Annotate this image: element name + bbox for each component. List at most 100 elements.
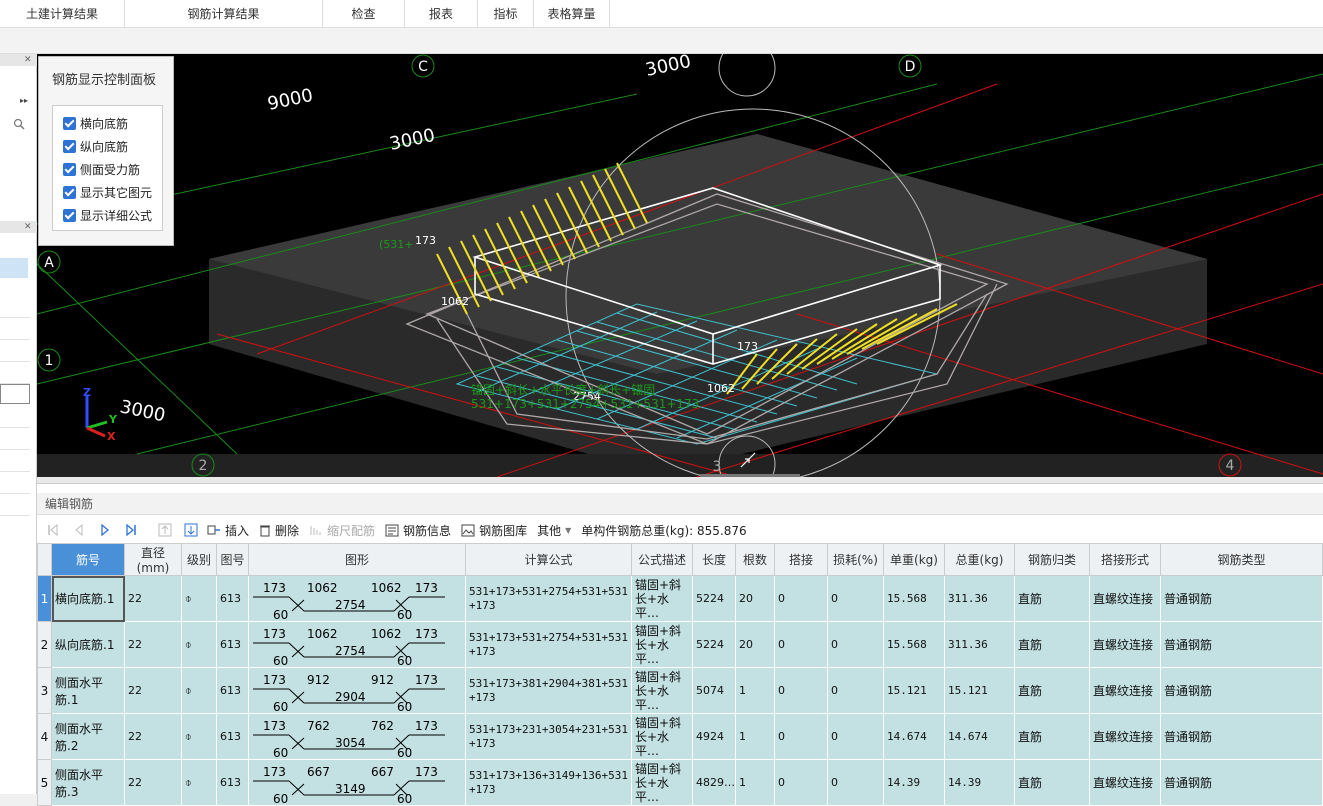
first-record-icon[interactable] [43, 521, 63, 539]
next-record-icon[interactable] [95, 521, 115, 539]
grade-cell[interactable]: ⌽ [181, 759, 217, 806]
close-icon-2[interactable]: ✕ [24, 222, 32, 232]
header-grade[interactable]: 级别 [181, 543, 217, 576]
loss-cell[interactable]: 0 [827, 575, 884, 622]
length-cell[interactable]: 4829… [692, 759, 736, 806]
table-row[interactable]: 3 侧面水平筋.1 22 ⌽ 613 173 912 912 173 60 2904 60 531+17… [37, 667, 1323, 714]
unit-weight-cell[interactable]: 15.568 [883, 621, 945, 668]
dia-cell[interactable]: 22 [124, 621, 182, 668]
tree-item[interactable] [0, 342, 30, 362]
tab-civil-results[interactable]: 土建计算结果 [0, 0, 125, 28]
loss-cell[interactable]: 0 [827, 667, 884, 714]
prev-record-icon[interactable] [69, 521, 89, 539]
grade-cell[interactable]: ⌽ [181, 667, 217, 714]
shape-cell[interactable]: 173 1062 1062 173 60 2754 60 [248, 621, 466, 668]
formula-desc-cell[interactable]: 锚固+斜长+水平… [631, 713, 693, 760]
length-cell[interactable]: 4924 [692, 713, 736, 760]
formula-cell[interactable]: 531+173+531+2754+531+531+173 [465, 621, 632, 668]
header-formula-desc[interactable]: 公式描述 [631, 543, 693, 576]
unit-weight-cell[interactable]: 15.121 [883, 667, 945, 714]
lap-cell[interactable]: 0 [774, 575, 828, 622]
dia-cell[interactable]: 22 [124, 667, 182, 714]
rebar-library-button[interactable]: 钢筋图库 [461, 522, 527, 539]
tree-item[interactable] [0, 430, 30, 450]
checkbox-checked-icon[interactable] [63, 139, 76, 153]
close-icon[interactable]: ✕ [24, 55, 32, 65]
lap-cell[interactable]: 0 [774, 667, 828, 714]
checkbox-show-detail-formula[interactable]: 显示详细公式 [63, 206, 152, 224]
dia-cell[interactable]: 22 [124, 759, 182, 806]
formula-desc-cell[interactable]: 锚固+斜长+水平… [631, 667, 693, 714]
count-cell[interactable]: 1 [735, 713, 775, 760]
header-formula[interactable]: 计算公式 [465, 543, 632, 576]
category-cell[interactable]: 直筋 [1014, 713, 1090, 760]
rebar-type-cell[interactable]: 普通钢筋 [1160, 713, 1323, 760]
row-number[interactable]: 3 [37, 667, 52, 714]
tree-item[interactable] [0, 408, 30, 428]
lap-type-cell[interactable]: 直螺纹连接 [1089, 575, 1161, 622]
row-number[interactable]: 2 [37, 621, 52, 668]
header-rebar-type[interactable]: 钢筋类型 [1160, 543, 1323, 576]
header-shape[interactable]: 图形 [248, 543, 466, 576]
table-row[interactable]: 2 纵向底筋.1 22 ⌽ 613 173 1062 1062 173 60 2754 60 531+1… [37, 621, 1323, 668]
checkbox-checked-icon[interactable] [63, 116, 76, 130]
formula-cell[interactable]: 531+173+381+2904+381+531+173 [465, 667, 632, 714]
move-up-icon[interactable] [155, 521, 175, 539]
tree-item[interactable] [0, 496, 30, 516]
total-weight-cell[interactable]: 15.121 [944, 667, 1015, 714]
header-total-weight[interactable]: 总重(kg) [944, 543, 1015, 576]
checkbox-side-stress-bar[interactable]: 侧面受力筋 [63, 160, 140, 178]
unit-weight-cell[interactable]: 14.674 [883, 713, 945, 760]
grade-cell[interactable]: ⌽ [181, 713, 217, 760]
grade-cell[interactable]: ⌽ [181, 621, 217, 668]
tab-check[interactable]: 检查 [323, 0, 405, 28]
fig-cell[interactable]: 613 [216, 621, 249, 668]
tree-item[interactable] [0, 320, 30, 340]
count-cell[interactable]: 20 [735, 575, 775, 622]
lap-type-cell[interactable]: 直螺纹连接 [1089, 713, 1161, 760]
total-weight-cell[interactable]: 311.36 [944, 575, 1015, 622]
header-bar-no[interactable]: 筋号 [51, 543, 125, 576]
checkbox-longitudinal-bottom-bar[interactable]: 纵向底筋 [63, 137, 128, 155]
loss-cell[interactable]: 0 [827, 713, 884, 760]
length-cell[interactable]: 5224 [692, 621, 736, 668]
3d-viewport[interactable]: C D A 1 2 3 4 9000 3000 3000 3000 (531+ … [37, 54, 1323, 477]
length-cell[interactable]: 5074 [692, 667, 736, 714]
insert-button[interactable]: 插入 [207, 522, 249, 539]
selected-tree-item[interactable] [0, 258, 28, 278]
checkbox-checked-icon[interactable] [63, 162, 76, 176]
bar-name-cell[interactable]: 纵向底筋.1 [51, 621, 125, 668]
formula-desc-cell[interactable]: 锚固+斜长+水平… [631, 759, 693, 806]
tab-index[interactable]: 指标 [478, 0, 534, 28]
bar-name-cell[interactable]: 侧面水平筋.3 [51, 759, 125, 806]
table-row[interactable]: 4 侧面水平筋.2 22 ⌽ 613 173 762 762 173 60 3054 60 531+17… [37, 713, 1323, 760]
checkbox-checked-icon[interactable] [63, 208, 76, 222]
lap-cell[interactable]: 0 [774, 621, 828, 668]
tab-table-calc[interactable]: 表格算量 [534, 0, 610, 28]
shape-cell[interactable]: 173 1062 1062 173 60 2754 60 [248, 575, 466, 622]
bar-name-cell[interactable]: 横向底筋.1 [51, 575, 125, 622]
expand-arrow-icon[interactable]: ▸▸ [20, 96, 28, 105]
rebar-info-button[interactable]: 钢筋信息 [385, 522, 451, 539]
row-number[interactable]: 5 [37, 759, 52, 806]
other-dropdown[interactable]: 其他 ▼ [537, 522, 571, 539]
unit-weight-cell[interactable]: 15.568 [883, 575, 945, 622]
count-cell[interactable]: 20 [735, 621, 775, 668]
count-cell[interactable]: 1 [735, 759, 775, 806]
last-record-icon[interactable] [121, 521, 141, 539]
category-cell[interactable]: 直筋 [1014, 667, 1090, 714]
fig-cell[interactable]: 613 [216, 759, 249, 806]
tree-item[interactable] [0, 298, 30, 318]
category-cell[interactable]: 直筋 [1014, 759, 1090, 806]
total-weight-cell[interactable]: 311.36 [944, 621, 1015, 668]
shape-cell[interactable]: 173 912 912 173 60 2904 60 [248, 667, 466, 714]
formula-desc-cell[interactable]: 锚固+斜长+水平… [631, 575, 693, 622]
bar-name-cell[interactable]: 侧面水平筋.2 [51, 713, 125, 760]
tab-rebar-results[interactable]: 钢筋计算结果 [125, 0, 323, 28]
fig-cell[interactable]: 613 [216, 713, 249, 760]
lap-cell[interactable]: 0 [774, 759, 828, 806]
category-cell[interactable]: 直筋 [1014, 621, 1090, 668]
header-diameter[interactable]: 直径(mm) [124, 543, 182, 576]
lap-type-cell[interactable]: 直螺纹连接 [1089, 759, 1161, 806]
unit-weight-cell[interactable]: 14.39 [883, 759, 945, 806]
